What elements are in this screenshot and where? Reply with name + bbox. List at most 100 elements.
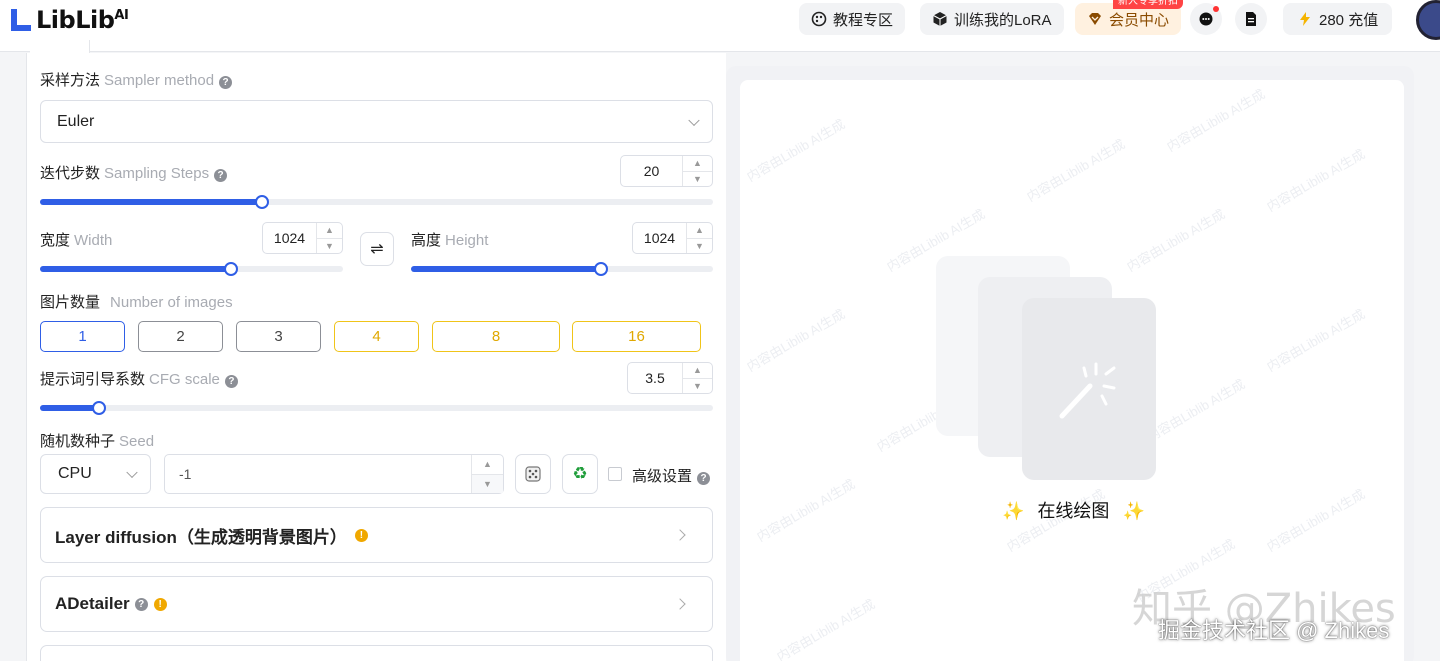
advanced-settings-checkbox[interactable]	[608, 467, 622, 481]
help-icon[interactable]: ?	[697, 472, 711, 485]
help-icon[interactable]: ?	[134, 597, 148, 611]
sparkle-icon: ✨	[1122, 501, 1145, 521]
decrement-arrow-icon[interactable]: ▼	[687, 237, 712, 254]
recycle-icon: ♻	[572, 464, 588, 483]
user-avatar[interactable]	[1416, 0, 1440, 40]
height-slider-fill	[411, 266, 602, 272]
image-count-option-2[interactable]: 2	[138, 321, 223, 352]
adetailer-accordion[interactable]: ADetailer ? !	[40, 576, 713, 632]
width-slider-fill	[40, 266, 231, 272]
nav-tutorial[interactable]: 教程专区	[799, 3, 906, 35]
nav-vip-center[interactable]: 新人专享折扣 会员中心	[1075, 0, 1183, 35]
cfg-slider-handle[interactable]	[91, 401, 106, 415]
cube-icon	[933, 12, 947, 26]
cfg-stepper[interactable]: 3.5 ▲ ▼	[627, 362, 713, 394]
random-seed-button[interactable]	[515, 454, 551, 494]
help-icon[interactable]: ?	[219, 76, 233, 89]
steps-slider-fill	[40, 199, 263, 205]
advanced-settings-label[interactable]: 高级设置?	[632, 465, 711, 486]
magic-wand-icon	[1059, 362, 1116, 419]
help-icon[interactable]: ?	[214, 169, 228, 182]
document-icon	[1246, 12, 1256, 26]
steps-value[interactable]: 20	[621, 163, 682, 179]
width-stepper[interactable]: 1024 ▲ ▼	[262, 222, 343, 254]
image-count-option-1[interactable]: 1	[40, 321, 125, 352]
steps-slider-handle[interactable]	[255, 195, 270, 209]
seed-label: 随机数种子 Seed	[40, 433, 155, 450]
cfg-value[interactable]: 3.5	[628, 370, 682, 386]
decrement-arrow-icon[interactable]: ▼	[472, 473, 503, 493]
watermark-text: 内容由Liblib AI生成	[1144, 376, 1248, 445]
chevron-right-icon	[674, 529, 686, 541]
watermark-text: 内容由Liblib AI生成	[754, 476, 858, 545]
nav-train-lora[interactable]: 训练我的LoRA	[920, 3, 1064, 35]
image-count-label: 图片数量 Number of images	[40, 294, 233, 311]
dice-icon	[525, 466, 541, 482]
watermark-text: 内容由Liblib AI生成	[1024, 136, 1128, 205]
width-value[interactable]: 1024	[263, 230, 316, 246]
image-count-option-8[interactable]: 8	[432, 321, 560, 352]
image-count-option-4[interactable]: 4	[334, 321, 419, 352]
width-slider-handle[interactable]	[223, 262, 238, 276]
cfg-slider[interactable]	[40, 401, 713, 415]
increment-arrow-icon[interactable]: ▲	[687, 223, 712, 238]
watermark-text: 内容由Liblib AI生成	[1264, 306, 1368, 375]
chevron-right-icon	[674, 598, 686, 610]
steps-label: 迭代步数 Sampling Steps?	[40, 162, 228, 183]
placeholder-card-front	[1022, 298, 1156, 480]
width-label: 宽度 Width	[40, 232, 113, 249]
logo-text: LibLibAI	[36, 6, 129, 34]
chevron-down-icon	[688, 114, 700, 126]
image-count-option-16[interactable]: 16	[572, 321, 701, 352]
reuse-seed-button[interactable]: ♻	[562, 454, 598, 494]
sampler-label: 采样方法 Sampler method?	[40, 69, 233, 90]
layer-diffusion-accordion[interactable]: Layer diffusion（生成透明背景图片） !	[40, 507, 713, 563]
watermark-text: 内容由Liblib AI生成	[1164, 86, 1268, 155]
height-slider[interactable]	[411, 262, 713, 276]
tab-notch	[30, 40, 90, 53]
seed-device-select[interactable]: CPU	[40, 454, 151, 494]
increment-arrow-icon[interactable]: ▲	[683, 156, 712, 171]
seed-value[interactable]: -1	[179, 466, 191, 482]
decrement-arrow-icon[interactable]: ▼	[317, 237, 342, 254]
notification-dot	[1213, 6, 1219, 12]
preview-caption: ✨ 在线绘图 ✨	[1002, 497, 1145, 523]
adetailer-title: ADetailer	[55, 594, 130, 613]
decrement-arrow-icon[interactable]: ▼	[683, 170, 712, 187]
cfg-slider-fill	[40, 405, 99, 411]
sampler-select[interactable]: Euler	[40, 100, 713, 143]
swap-icon: ⇌	[370, 241, 384, 258]
recharge-button[interactable]: 280 充值	[1283, 3, 1393, 35]
help-icon[interactable]: ?	[224, 375, 238, 388]
recharge-label: 280 充值	[1319, 11, 1379, 29]
nav-vip-label: 会员中心	[1109, 11, 1170, 29]
settings-panel	[26, 53, 726, 661]
seed-input[interactable]: -1 ▲ ▼	[164, 454, 504, 494]
sampler-value: Euler	[57, 112, 95, 130]
next-accordion[interactable]	[40, 645, 713, 661]
watermark-text: 内容由Liblib AI生成	[1264, 486, 1368, 555]
messages-button[interactable]	[1190, 3, 1222, 35]
documents-button[interactable]	[1235, 3, 1267, 35]
liblib-logo[interactable]: LibLibAI	[8, 6, 129, 34]
layer-diffusion-title: Layer diffusion（生成透明背景图片）	[55, 527, 347, 547]
height-value[interactable]: 1024	[633, 230, 686, 246]
height-label: 高度 Height	[411, 232, 489, 249]
increment-arrow-icon[interactable]: ▲	[683, 363, 712, 378]
steps-slider[interactable]	[40, 195, 713, 209]
cfg-label: 提示词引导系数 CFG scale?	[40, 368, 238, 389]
watermark-text: 内容由Liblib AI生成	[1264, 146, 1368, 215]
decrement-arrow-icon[interactable]: ▼	[683, 377, 712, 394]
width-slider[interactable]	[40, 262, 343, 276]
watermark-text: 内容由Liblib AI生成	[744, 306, 848, 375]
steps-stepper[interactable]: 20 ▲ ▼	[620, 155, 713, 187]
increment-arrow-icon[interactable]: ▲	[472, 455, 503, 474]
sparkle-icon: ✨	[1002, 501, 1025, 521]
height-stepper[interactable]: 1024 ▲ ▼	[632, 222, 713, 254]
increment-arrow-icon[interactable]: ▲	[317, 223, 342, 238]
watermark-text: 内容由Liblib AI生成	[774, 596, 878, 661]
swap-dimensions-button[interactable]: ⇌	[360, 232, 394, 266]
juejin-watermark: 掘金技术社区 @ Zhikes	[1158, 618, 1390, 643]
nav-train-lora-label: 训练我的LoRA	[954, 11, 1052, 29]
image-count-option-3[interactable]: 3	[236, 321, 321, 352]
